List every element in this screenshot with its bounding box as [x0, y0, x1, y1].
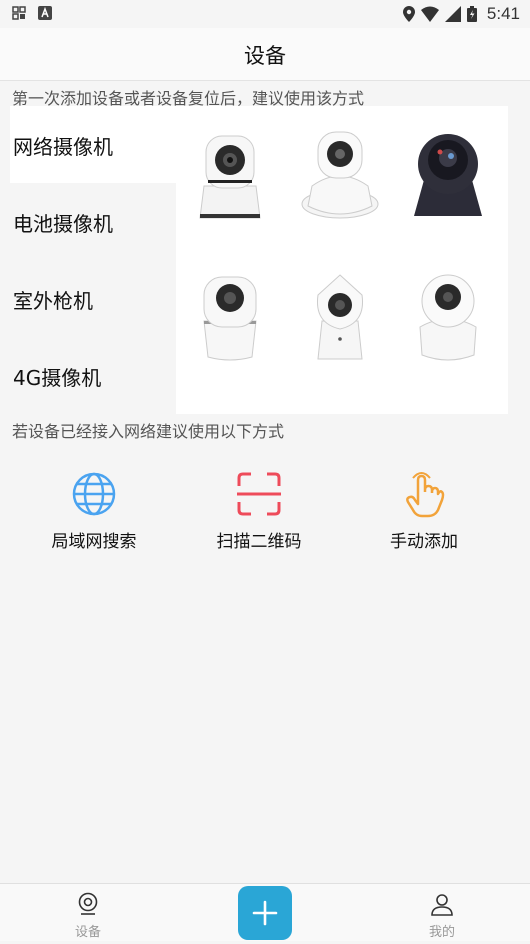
lan-search-label: 局域网搜索: [51, 532, 137, 552]
app-header: 设备: [0, 28, 530, 81]
lan-search-button[interactable]: 局域网搜索: [19, 465, 169, 560]
battery-icon: [466, 6, 477, 22]
manual-add-label: 手动添加: [390, 532, 458, 552]
device-category-list: 网络摄像机 电池摄像机 室外枪机 4G摄像机: [10, 106, 176, 414]
camera-tab-icon: [78, 892, 98, 915]
camera-model-1[interactable]: [190, 126, 270, 221]
status-time: 5:41: [486, 4, 520, 23]
grid-notification-icon: [12, 6, 26, 20]
add-methods: 局域网搜索 扫描二维码 手动添加: [0, 465, 530, 565]
tab-mine[interactable]: 我的: [402, 884, 482, 941]
camera-model-3[interactable]: [408, 126, 488, 221]
camera-grid: [176, 106, 508, 414]
scan-qr-button[interactable]: 扫描二维码: [184, 465, 334, 560]
wifi-icon: [420, 6, 439, 22]
category-network-camera[interactable]: 网络摄像机: [10, 106, 176, 183]
globe-icon: [72, 472, 116, 516]
camera-model-4[interactable]: [190, 271, 270, 366]
camera-model-2[interactable]: [300, 126, 380, 221]
tab-devices-label: 设备: [74, 925, 101, 940]
add-device-fab[interactable]: [238, 886, 292, 940]
camera-model-5[interactable]: [300, 271, 380, 366]
camera-model-6[interactable]: [408, 271, 488, 366]
hint-existing-network: 若设备已经接入网络建议使用以下方式: [12, 422, 285, 441]
location-icon: [402, 6, 415, 22]
page-title: 设备: [244, 44, 286, 68]
tab-mine-label: 我的: [428, 925, 455, 940]
category-label: 室外枪机: [13, 289, 93, 313]
tab-devices[interactable]: 设备: [48, 884, 128, 941]
category-battery-camera[interactable]: 电池摄像机: [10, 183, 176, 260]
manual-add-button[interactable]: 手动添加: [349, 465, 499, 560]
signal-icon: [444, 6, 461, 22]
scan-qr-label: 扫描二维码: [216, 532, 302, 552]
category-label: 网络摄像机: [13, 135, 113, 159]
qr-scan-icon: [237, 472, 281, 516]
status-bar: 5:41: [0, 0, 530, 28]
plus-icon: [252, 900, 278, 926]
category-outdoor-bullet[interactable]: 室外枪机: [10, 260, 176, 337]
category-label: 电池摄像机: [13, 212, 113, 236]
category-label: 4G摄像机: [13, 366, 102, 390]
category-4g-camera[interactable]: 4G摄像机: [10, 337, 176, 414]
a-notification-icon: [38, 6, 52, 20]
user-icon: [431, 894, 453, 916]
hand-tap-icon: [406, 472, 445, 518]
